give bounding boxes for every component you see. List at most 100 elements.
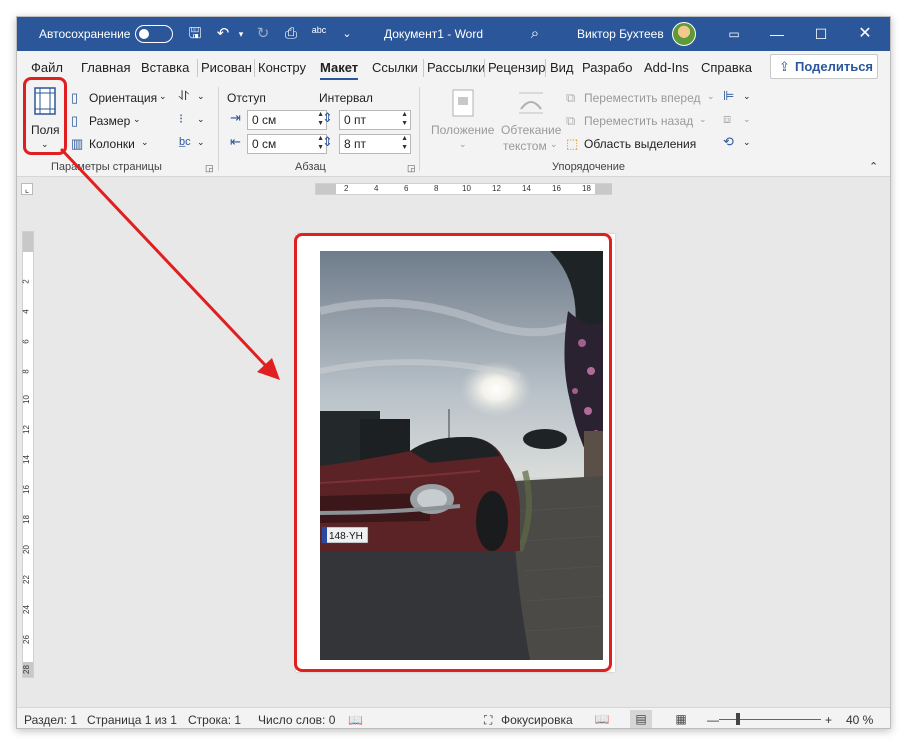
horizontal-ruler[interactable]: 2 4 6 8 10 12 14 16 18: [315, 183, 612, 195]
ruler-tick: 16: [552, 184, 561, 193]
status-page[interactable]: Страница 1 из 1: [87, 713, 177, 727]
wrap-text-label[interactable]: Обтекание: [501, 123, 561, 137]
ruler-tick: 12: [492, 184, 501, 193]
position-icon[interactable]: [451, 89, 475, 117]
status-line[interactable]: Строка: 1: [188, 713, 241, 727]
print-layout-icon[interactable]: ▤: [630, 710, 652, 728]
align-icon[interactable]: ⊫: [723, 89, 734, 103]
ruler-tick: 8: [21, 369, 31, 374]
hyphenation-icon[interactable]: b̲c: [179, 135, 191, 149]
ruler-tick: 10: [21, 395, 31, 404]
group-icon[interactable]: ⧈: [723, 112, 731, 126]
tab-insert[interactable]: Вставка: [141, 60, 189, 75]
position-button[interactable]: Положение: [431, 123, 494, 137]
zoom-slider-thumb[interactable]: [736, 713, 740, 725]
ruler-tick: 22: [21, 575, 31, 584]
close-icon[interactable]: ✕: [843, 17, 887, 51]
save-icon[interactable]: 🖫: [185, 24, 205, 44]
spacing-before-input[interactable]: 0 пт ▲ ▼: [339, 110, 411, 130]
align-dropdown-icon[interactable]: ⌄: [743, 91, 751, 102]
position-dropdown-icon[interactable]: ⌄: [459, 139, 467, 150]
rotate-dropdown-icon[interactable]: ⌄: [743, 137, 751, 148]
minimize-icon[interactable]: —: [755, 17, 799, 51]
maximize-icon[interactable]: ☐: [799, 17, 843, 51]
print-icon[interactable]: ⎙: [281, 24, 301, 44]
undo-icon[interactable]: ↶: [213, 24, 233, 44]
orientation-button[interactable]: Ориентация: [89, 91, 157, 105]
tab-layout[interactable]: Макет: [320, 60, 359, 80]
tab-home[interactable]: Главная: [81, 60, 130, 75]
bring-forward-button[interactable]: Переместить вперед: [584, 91, 700, 105]
tab-review[interactable]: Рецензир: [488, 60, 546, 75]
breaks-dropdown-icon[interactable]: ⌄: [197, 91, 205, 102]
collapse-ribbon-icon[interactable]: ⌃: [869, 160, 878, 173]
ruler-tick: 16: [21, 485, 31, 494]
redo-icon[interactable]: ↻: [253, 24, 273, 44]
tab-mailings[interactable]: Рассылки: [427, 60, 485, 75]
spelling-icon[interactable]: abc: [309, 24, 329, 44]
user-name[interactable]: Виктор Бухтеев: [577, 27, 664, 41]
line-numbers-icon[interactable]: ⁝: [179, 112, 183, 126]
ribbon-options-icon[interactable]: ▭: [712, 17, 756, 51]
spinner-arrows-icon[interactable]: ▲ ▼: [401, 110, 408, 128]
selection-pane-button[interactable]: Область выделения: [584, 137, 696, 151]
indent-left-input[interactable]: 0 см ▲ ▼: [247, 110, 327, 130]
ruler-tick: 14: [21, 455, 31, 464]
zoom-level[interactable]: 40 %: [846, 713, 873, 727]
hyphenation-dropdown-icon[interactable]: ⌄: [197, 137, 205, 148]
margins-highlight: [23, 77, 67, 155]
size-button[interactable]: Размер: [89, 114, 130, 128]
send-backward-dropdown-icon[interactable]: ⌄: [699, 114, 707, 125]
tab-addins[interactable]: Add-Ins: [644, 60, 689, 75]
indent-right-input[interactable]: 0 см ▲ ▼: [247, 134, 327, 154]
group-label-arrange: Упорядочение: [552, 161, 625, 173]
columns-icon: ▥: [71, 136, 84, 151]
tab-view[interactable]: Вид: [550, 60, 574, 75]
share-button[interactable]: ⇪ Поделиться: [770, 54, 878, 79]
read-mode-icon[interactable]: 📖: [591, 710, 613, 728]
tab-references[interactable]: Ссылки: [372, 60, 418, 75]
undo-dropdown-icon[interactable]: ▾: [231, 24, 251, 44]
paragraph-launcher-icon[interactable]: ◲: [407, 163, 416, 174]
status-word-count[interactable]: Число слов: 0: [258, 713, 335, 727]
zoom-in-icon[interactable]: +: [825, 713, 832, 727]
spinner-arrows-icon[interactable]: ▲ ▼: [401, 134, 408, 152]
wrap-text-dropdown-icon[interactable]: ⌄: [550, 139, 558, 150]
bring-forward-dropdown-icon[interactable]: ⌄: [707, 91, 715, 102]
autosave-toggle[interactable]: [135, 25, 173, 43]
line-numbers-dropdown-icon[interactable]: ⌄: [197, 114, 205, 125]
proofing-icon[interactable]: 📖: [348, 713, 363, 727]
web-layout-icon[interactable]: ▦: [670, 710, 692, 728]
focus-button[interactable]: Фокусировка: [501, 713, 573, 727]
tab-design[interactable]: Констру: [258, 60, 306, 75]
tab-selector[interactable]: ⌞: [21, 183, 33, 195]
spacing-after-input[interactable]: 8 пт ▲ ▼: [339, 134, 411, 154]
rotate-icon[interactable]: ⟲: [723, 135, 734, 149]
tab-developer[interactable]: Разрабо: [582, 60, 632, 75]
customize-toolbar-icon[interactable]: ⌄: [337, 24, 357, 44]
group-dropdown-icon[interactable]: ⌄: [743, 114, 751, 125]
zoom-out-icon[interactable]: —: [707, 713, 719, 727]
ribbon-layout: Поля ⌄ ▯ Ориентация ⌄ ▯ Размер ⌄ ▥ Колон…: [17, 81, 890, 177]
columns-dropdown-icon[interactable]: ⌄: [141, 137, 149, 148]
vertical-ruler[interactable]: 2 4 6 8 10 12 14 16 18 20 22 24 26 28: [22, 231, 34, 678]
group-separator: [419, 87, 420, 171]
columns-button[interactable]: Колонки: [89, 137, 135, 151]
focus-icon[interactable]: ⛶: [484, 713, 492, 728]
send-backward-button[interactable]: Переместить назад: [584, 114, 693, 128]
page-setup-launcher-icon[interactable]: ◲: [205, 163, 214, 174]
wrap-text-icon[interactable]: [517, 89, 545, 117]
wrap-text-label-2[interactable]: текстом: [503, 139, 547, 153]
ruler-tick: 14: [522, 184, 531, 193]
user-avatar[interactable]: [672, 22, 696, 46]
spacing-after-icon: ⇕: [322, 134, 333, 149]
tab-help[interactable]: Справка: [701, 60, 752, 75]
status-section[interactable]: Раздел: 1: [24, 713, 77, 727]
orientation-dropdown-icon[interactable]: ⌄: [159, 91, 167, 102]
zoom-slider[interactable]: [719, 719, 821, 720]
tab-draw[interactable]: Рисован: [201, 60, 252, 75]
tab-file[interactable]: Файл: [31, 60, 63, 75]
size-dropdown-icon[interactable]: ⌄: [133, 114, 141, 125]
search-icon[interactable]: ⌕: [525, 24, 545, 44]
breaks-icon[interactable]: ⥯: [179, 89, 189, 103]
